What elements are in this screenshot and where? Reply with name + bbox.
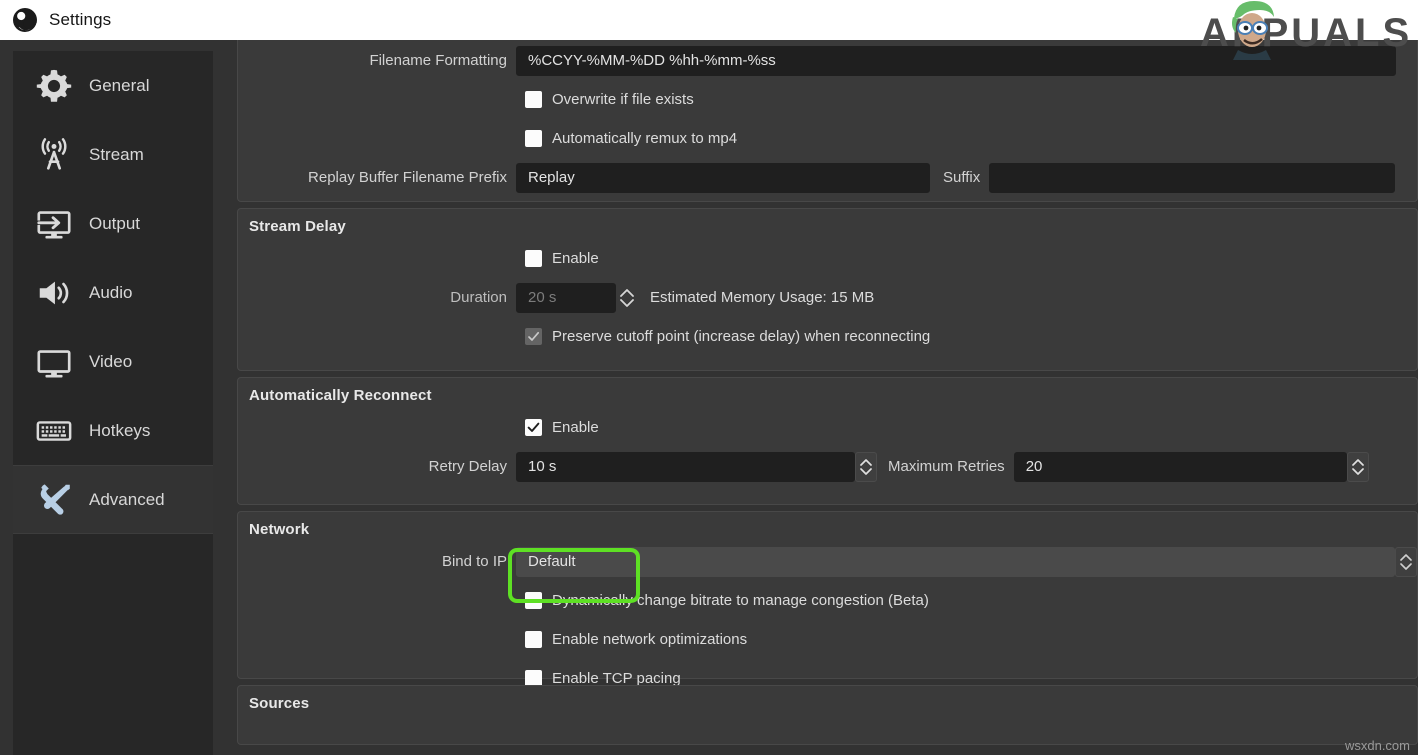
duration-stepper[interactable] [616, 283, 638, 313]
row-overwrite: Overwrite if file exists [238, 80, 1417, 119]
sidebar-item-advanced[interactable]: Advanced [13, 465, 213, 534]
bind-to-ip-stepper[interactable] [1395, 547, 1417, 577]
sidebar-item-label: Hotkeys [89, 421, 150, 441]
network-title: Network [238, 512, 1417, 542]
monitor-icon [31, 342, 77, 382]
sidebar-item-stream[interactable]: Stream [13, 120, 213, 189]
dynamic-bitrate-label: Dynamically change bitrate to manage con… [552, 592, 929, 609]
reconnect-enable-label: Enable [552, 419, 599, 436]
retry-delay-input[interactable]: 10 s [516, 452, 855, 482]
group-recording: Filename Formatting %CCYY-%MM-%DD %hh-%m… [237, 40, 1418, 202]
settings-sidebar: General Stream Output [13, 51, 213, 755]
suffix-label: Suffix [930, 169, 989, 186]
sidebar-item-label: Output [89, 214, 140, 234]
keyboard-icon [31, 411, 77, 451]
preserve-cutoff-label: Preserve cutoff point (increase delay) w… [552, 328, 930, 345]
filename-formatting-label: Filename Formatting [238, 52, 516, 69]
filename-formatting-input[interactable]: %CCYY-%MM-%DD %hh-%mm-%ss [516, 46, 1396, 76]
stream-delay-enable-label: Enable [552, 250, 599, 267]
overwrite-checkbox[interactable] [525, 91, 542, 108]
retry-delay-label: Retry Delay [238, 458, 516, 475]
row-preserve-cutoff: Preserve cutoff point (increase delay) w… [238, 317, 1417, 356]
duration-label: Duration [238, 289, 516, 306]
network-optimizations-checkbox[interactable] [525, 631, 542, 648]
group-sources: Sources [237, 685, 1418, 745]
row-replay-prefix: Replay Buffer Filename Prefix Replay Suf… [238, 158, 1417, 197]
sidebar-item-label: Video [89, 352, 132, 372]
replay-prefix-label: Replay Buffer Filename Prefix [238, 169, 516, 186]
row-remux: Automatically remux to mp4 [238, 119, 1417, 158]
row-stream-delay-enable: Enable [238, 239, 1417, 278]
tools-icon [31, 480, 77, 520]
sidebar-item-output[interactable]: Output [13, 189, 213, 258]
overwrite-label: Overwrite if file exists [552, 91, 694, 108]
title-bar: Settings [0, 0, 1418, 40]
replay-prefix-input[interactable]: Replay [516, 163, 930, 193]
suffix-input[interactable] [989, 163, 1395, 193]
group-stream-delay: Stream Delay Enable Duration 20 s Estima… [237, 208, 1418, 371]
group-auto-reconnect: Automatically Reconnect Enable Retry Del… [237, 377, 1418, 505]
sidebar-item-label: Stream [89, 145, 144, 165]
speaker-icon [31, 273, 77, 313]
obs-logo-icon [12, 7, 38, 33]
bind-to-ip-dropdown[interactable]: Default [516, 547, 1395, 577]
bind-to-ip-label: Bind to IP [238, 553, 516, 570]
stream-delay-enable-checkbox[interactable] [525, 250, 542, 267]
row-reconnect-enable: Enable [238, 408, 1417, 447]
row-bind-to-ip: Bind to IP Default [238, 542, 1417, 581]
wsxdn-watermark: wsxdn.com [1345, 738, 1410, 753]
window-title: Settings [49, 10, 111, 30]
estimated-memory-usage: Estimated Memory Usage: 15 MB [650, 289, 874, 306]
row-retry-delay: Retry Delay 10 s Maximum Retries 20 [238, 447, 1417, 486]
max-retries-stepper[interactable] [1347, 452, 1369, 482]
group-network: Network Bind to IP Default Dynamically c… [237, 511, 1418, 679]
sidebar-item-label: Audio [89, 283, 132, 303]
dynamic-bitrate-checkbox[interactable] [525, 592, 542, 609]
monitor-arrow-icon [31, 204, 77, 244]
reconnect-enable-checkbox[interactable] [525, 419, 542, 436]
network-optimizations-label: Enable network optimizations [552, 631, 747, 648]
row-stream-delay-duration: Duration 20 s Estimated Memory Usage: 15… [238, 278, 1417, 317]
sources-title: Sources [238, 686, 1417, 716]
row-network-optimizations: Enable network optimizations [238, 620, 1417, 659]
gear-icon [31, 66, 77, 106]
sidebar-item-audio[interactable]: Audio [13, 258, 213, 327]
settings-content: Filename Formatting %CCYY-%MM-%DD %hh-%m… [237, 40, 1418, 755]
duration-input[interactable]: 20 s [516, 283, 616, 313]
remux-checkbox[interactable] [525, 130, 542, 147]
retry-delay-stepper[interactable] [855, 452, 877, 482]
stream-delay-title: Stream Delay [238, 209, 1417, 239]
auto-reconnect-title: Automatically Reconnect [238, 378, 1417, 408]
remux-label: Automatically remux to mp4 [552, 130, 737, 147]
max-retries-label: Maximum Retries [877, 458, 1014, 475]
max-retries-input[interactable]: 20 [1014, 452, 1347, 482]
broadcast-tower-icon [31, 135, 77, 175]
sidebar-item-label: Advanced [89, 490, 165, 510]
sidebar-item-video[interactable]: Video [13, 327, 213, 396]
sidebar-item-general[interactable]: General [13, 51, 213, 120]
sidebar-item-label: General [89, 76, 149, 96]
row-dynamic-bitrate: Dynamically change bitrate to manage con… [238, 581, 1417, 620]
sidebar-item-hotkeys[interactable]: Hotkeys [13, 396, 213, 465]
preserve-cutoff-checkbox[interactable] [525, 328, 542, 345]
row-filename-formatting: Filename Formatting %CCYY-%MM-%DD %hh-%m… [238, 41, 1417, 80]
